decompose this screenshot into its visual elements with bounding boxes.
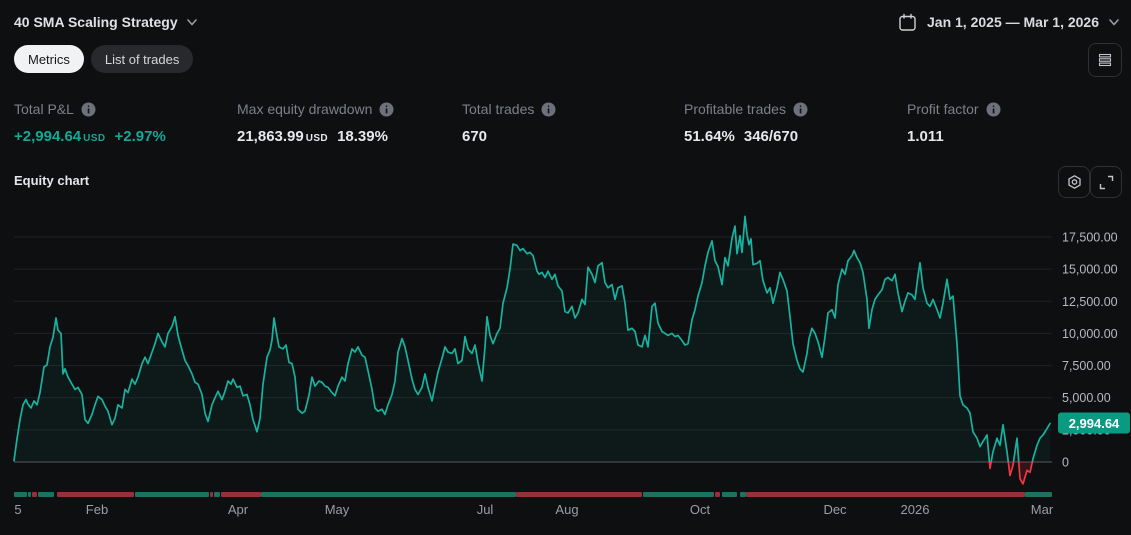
metric-value-main: 51.64%: [684, 128, 735, 145]
metric-value: +2,994.64 USD +2.97%: [14, 128, 166, 145]
settings-hex-icon: [1067, 174, 1081, 189]
chevron-down-icon: [1109, 18, 1119, 25]
y-axis-label: 7,500.00: [1062, 359, 1111, 373]
report-layout-button[interactable]: [1088, 43, 1122, 77]
y-axis-labels: 17,500.00 15,000.00 12,500.00 10,000.00 7,50…: [1062, 231, 1118, 470]
equity-chart-canvas[interactable]: 17,500.00 15,000.00 12,500.00 10,000.00 7,50…: [0, 195, 1131, 535]
tab-list-of-trades[interactable]: List of trades: [90, 45, 194, 73]
metric-value-main: 1.011: [907, 128, 944, 145]
info-icon[interactable]: [379, 102, 394, 117]
x-axis-label: 5: [14, 502, 21, 517]
trade-segment-loss: [57, 492, 134, 497]
x-axis-label: Aug: [555, 502, 578, 517]
x-axis-label: Apr: [228, 502, 249, 517]
metric-total-trades: Total trades 670: [462, 101, 556, 145]
y-axis-label: 15,000.00: [1062, 263, 1118, 277]
current-value-badge: 2,994.64: [1058, 412, 1130, 434]
trade-segment-win: [643, 492, 714, 497]
metric-total-pnl: Total P&L +2,994.64 USD +2.97%: [14, 101, 166, 145]
y-axis-label: 17,500.00: [1062, 231, 1118, 245]
strategy-title: 40 SMA Scaling Strategy: [14, 14, 178, 30]
metric-label-text: Profitable trades: [684, 101, 786, 117]
info-icon[interactable]: [81, 102, 96, 117]
view-tabs: Metrics List of trades: [14, 45, 194, 73]
metric-max-drawdown: Max equity drawdown 21,863.99 USD 18.39%: [237, 101, 394, 145]
metric-label: Max equity drawdown: [237, 101, 394, 117]
trade-segment-loss: [221, 492, 261, 497]
list-icon: [1098, 53, 1112, 67]
metric-label: Total trades: [462, 101, 556, 117]
tab-metrics[interactable]: Metrics: [14, 45, 84, 73]
metric-value-main: 21,863.99: [237, 128, 304, 145]
trade-segment-loss: [210, 492, 213, 497]
trade-segment-win: [38, 492, 54, 497]
metric-value: 1.011: [907, 128, 1001, 145]
y-axis-label: 0: [1062, 456, 1069, 470]
info-icon[interactable]: [541, 102, 556, 117]
info-icon[interactable]: [986, 102, 1001, 117]
x-axis-label: Dec: [823, 502, 847, 517]
trade-segment-win: [261, 492, 516, 497]
metric-value-unit: USD: [83, 133, 106, 144]
metric-value: 670: [462, 128, 556, 145]
trade-segment-win: [28, 492, 31, 497]
y-axis-label: 10,000.00: [1062, 327, 1118, 341]
y-axis-label: 5,000.00: [1062, 391, 1111, 405]
fullscreen-icon: [1099, 175, 1113, 189]
metric-value-extra: +2.97%: [114, 128, 166, 145]
metric-value-main: +2,994.64: [14, 128, 82, 145]
metric-label: Total P&L: [14, 101, 166, 117]
trade-segment-loss: [746, 492, 1025, 497]
badge-value: 2,994.64: [1069, 416, 1120, 431]
strategy-tester-panel: 40 SMA Scaling Strategy Jan 1, 2025 — Ma…: [0, 0, 1131, 535]
metric-label: Profitable trades: [684, 101, 808, 117]
trade-segment-loss: [516, 492, 642, 497]
metric-value-extra: 346/670: [743, 128, 799, 145]
chart-settings-button[interactable]: [1058, 166, 1090, 198]
metric-profitable-trades: Profitable trades 51.64% 346/670: [684, 101, 808, 145]
calendar-icon: [899, 13, 916, 31]
x-axis-label: Mar: [1031, 502, 1054, 517]
date-range-picker[interactable]: Jan 1, 2025 — Mar 1, 2026: [898, 13, 1119, 32]
y-axis-label: 12,500.00: [1062, 295, 1118, 309]
trade-result-strip: [14, 492, 1052, 497]
metric-value-main: 670: [462, 128, 488, 145]
metric-value-unit: USD: [305, 133, 329, 144]
trade-segment-win: [740, 492, 746, 497]
metric-label-text: Max equity drawdown: [237, 101, 373, 117]
trade-segment-loss: [32, 492, 37, 497]
metric-label-text: Profit factor: [907, 101, 979, 117]
trade-segment-win: [14, 492, 27, 497]
x-axis-label: May: [325, 502, 350, 517]
trade-segment-loss: [715, 492, 720, 497]
equity-chart-title: Equity chart: [14, 173, 90, 188]
metric-value: 51.64% 346/670: [684, 128, 808, 145]
x-axis-labels: 5 Feb Apr May Jul Aug Oct Dec 2026 Mar: [14, 502, 1053, 517]
metric-value: 21,863.99 USD 18.39%: [237, 128, 394, 145]
strategy-selector[interactable]: 40 SMA Scaling Strategy: [14, 14, 197, 30]
trade-segment-win: [722, 492, 737, 497]
metric-label-text: Total trades: [462, 101, 535, 117]
x-axis-label: Feb: [86, 502, 108, 517]
metric-profit-factor: Profit factor 1.011: [907, 101, 1001, 145]
info-icon[interactable]: [793, 102, 808, 117]
chevron-down-icon: [186, 18, 197, 25]
trade-segment-win: [135, 492, 209, 497]
x-axis-label: Oct: [690, 502, 711, 517]
metric-label: Profit factor: [907, 101, 1001, 117]
trade-segment-win: [214, 492, 220, 497]
metric-label-text: Total P&L: [14, 101, 74, 117]
trade-segment-win: [1025, 492, 1052, 497]
metric-value-extra: 18.39%: [337, 128, 388, 145]
fullscreen-button[interactable]: [1090, 166, 1122, 198]
x-axis-label: 2026: [901, 502, 930, 517]
equity-area-positive: [14, 216, 1050, 462]
date-range-label: Jan 1, 2025 — Mar 1, 2026: [927, 14, 1099, 30]
x-axis-label: Jul: [477, 502, 494, 517]
top-bar: 40 SMA Scaling Strategy Jan 1, 2025 — Ma…: [14, 8, 1119, 36]
